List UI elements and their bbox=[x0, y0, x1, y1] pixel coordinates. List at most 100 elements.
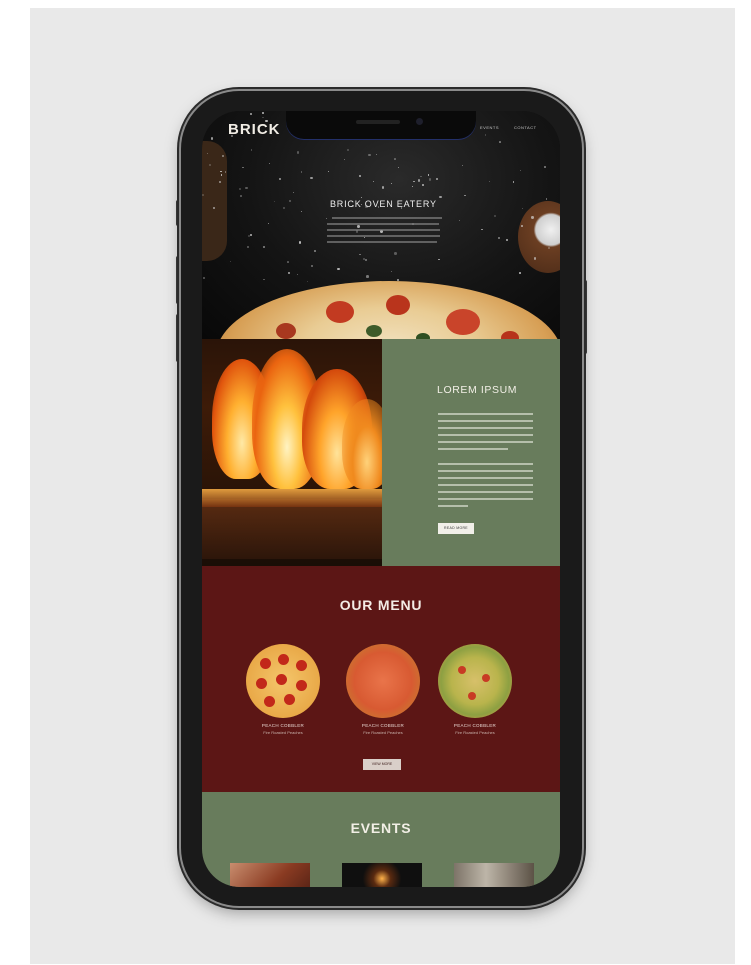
about-text-line bbox=[438, 441, 533, 443]
view-more-button[interactable]: VIEW MORE bbox=[363, 759, 401, 770]
flour-speck bbox=[365, 259, 368, 262]
flour-speck bbox=[359, 253, 361, 256]
power-button bbox=[583, 280, 587, 354]
event-thumbnail[interactable] bbox=[342, 863, 422, 887]
event-thumbnail[interactable] bbox=[230, 863, 310, 887]
flour-speck bbox=[250, 149, 253, 151]
flour-speck bbox=[438, 195, 442, 199]
flour-speck bbox=[268, 162, 270, 164]
flour-speck bbox=[366, 275, 369, 278]
flour-speck bbox=[262, 246, 265, 249]
flour-speck bbox=[327, 170, 330, 172]
flour-speck bbox=[499, 141, 501, 143]
flour-speck bbox=[522, 207, 524, 209]
menu-item-image-margherita[interactable] bbox=[346, 644, 420, 718]
flour-speck bbox=[531, 216, 534, 219]
hero-text-line bbox=[332, 217, 442, 219]
about-panel: LOREM IPSUM READ MORE bbox=[382, 339, 560, 566]
menu-title: OUR MENU bbox=[339, 597, 423, 613]
flour-speck bbox=[545, 198, 547, 200]
flour-speck bbox=[394, 158, 396, 161]
oven-fire-image bbox=[202, 339, 382, 566]
flour-speck bbox=[249, 113, 253, 116]
site-logo[interactable]: BRICK bbox=[228, 121, 281, 138]
flour-speck bbox=[411, 185, 413, 188]
flour-speck bbox=[493, 215, 496, 218]
flour-speck bbox=[229, 260, 231, 262]
flour-speck bbox=[300, 170, 303, 173]
about-text-line bbox=[438, 484, 533, 486]
flour-speck bbox=[212, 206, 215, 210]
menu-item-name: PEACH COBBLER bbox=[361, 723, 405, 728]
read-more-button[interactable]: READ MORE bbox=[438, 523, 474, 534]
flour-speck bbox=[337, 267, 340, 271]
about-title: LOREM IPSUM bbox=[437, 384, 518, 396]
flour-speck bbox=[438, 258, 440, 261]
flour-speck bbox=[245, 186, 248, 190]
event-thumbnail[interactable] bbox=[454, 863, 534, 887]
flour-speck bbox=[261, 111, 265, 114]
flour-speck bbox=[363, 236, 366, 239]
about-text-line bbox=[438, 420, 533, 422]
flour-speck bbox=[427, 174, 430, 176]
about-text-line bbox=[438, 463, 533, 465]
speaker bbox=[356, 120, 400, 124]
flour-speck bbox=[520, 169, 522, 171]
flour-speck bbox=[373, 181, 375, 183]
flour-speck bbox=[325, 218, 327, 220]
flour-speck bbox=[397, 167, 400, 169]
flour-speck bbox=[344, 159, 346, 161]
flour-speck bbox=[288, 199, 291, 202]
flour-speck bbox=[375, 153, 378, 156]
about-text-line bbox=[438, 427, 533, 429]
flour-speck bbox=[262, 278, 265, 281]
flour-speck bbox=[279, 177, 282, 181]
flour-speck bbox=[505, 238, 508, 241]
nav-link-events[interactable]: EVENTS bbox=[480, 125, 499, 130]
flour-speck bbox=[208, 163, 211, 166]
flour-speck bbox=[512, 181, 515, 184]
flour-speck bbox=[283, 207, 286, 210]
menu-item-image-veggie[interactable] bbox=[438, 644, 512, 718]
mute-switch bbox=[176, 200, 180, 226]
flour-speck bbox=[417, 179, 421, 182]
flour-speck bbox=[296, 151, 299, 154]
menu-item-subtitle: Fire Roasted Peaches bbox=[263, 730, 303, 735]
flour-speck bbox=[346, 148, 349, 151]
oven-floor bbox=[202, 499, 382, 559]
flour-speck bbox=[240, 195, 243, 198]
flour-speck bbox=[206, 152, 209, 154]
flour-speck bbox=[246, 245, 250, 249]
about-text-line bbox=[438, 413, 533, 415]
flour-speck bbox=[356, 224, 360, 228]
menu-item-subtitle: Fire Roasted Peaches bbox=[455, 730, 495, 735]
flour-speck bbox=[363, 257, 365, 260]
flour-speck bbox=[292, 191, 294, 193]
flour-speck bbox=[543, 166, 546, 169]
menu-item-image-pepperoni[interactable] bbox=[246, 644, 320, 718]
flour-speck bbox=[288, 272, 290, 274]
flour-speck bbox=[519, 272, 522, 274]
about-text-line bbox=[438, 448, 508, 450]
flour-speck bbox=[242, 166, 244, 168]
flour-speck bbox=[222, 154, 225, 157]
notch bbox=[286, 111, 476, 139]
hero-text-line bbox=[327, 241, 437, 243]
flour-speck bbox=[458, 219, 461, 222]
flour-speck bbox=[359, 175, 362, 178]
flour-speck bbox=[249, 234, 253, 237]
flour-speck bbox=[422, 184, 425, 187]
flour-speck bbox=[210, 137, 213, 140]
nav-link-contact[interactable]: CONTACT bbox=[514, 125, 537, 130]
hero-text-line bbox=[327, 229, 440, 231]
flour-speck bbox=[273, 200, 276, 203]
flour-speck bbox=[497, 237, 500, 240]
flour-speck bbox=[435, 177, 438, 180]
flour-speck bbox=[533, 257, 537, 260]
front-camera bbox=[416, 118, 423, 125]
flour-speck bbox=[262, 117, 264, 119]
flour-speck bbox=[481, 228, 483, 231]
menu-item-name: PEACH COBBLER bbox=[261, 723, 305, 728]
flour-speck bbox=[203, 277, 206, 280]
about-text-line bbox=[438, 477, 533, 479]
